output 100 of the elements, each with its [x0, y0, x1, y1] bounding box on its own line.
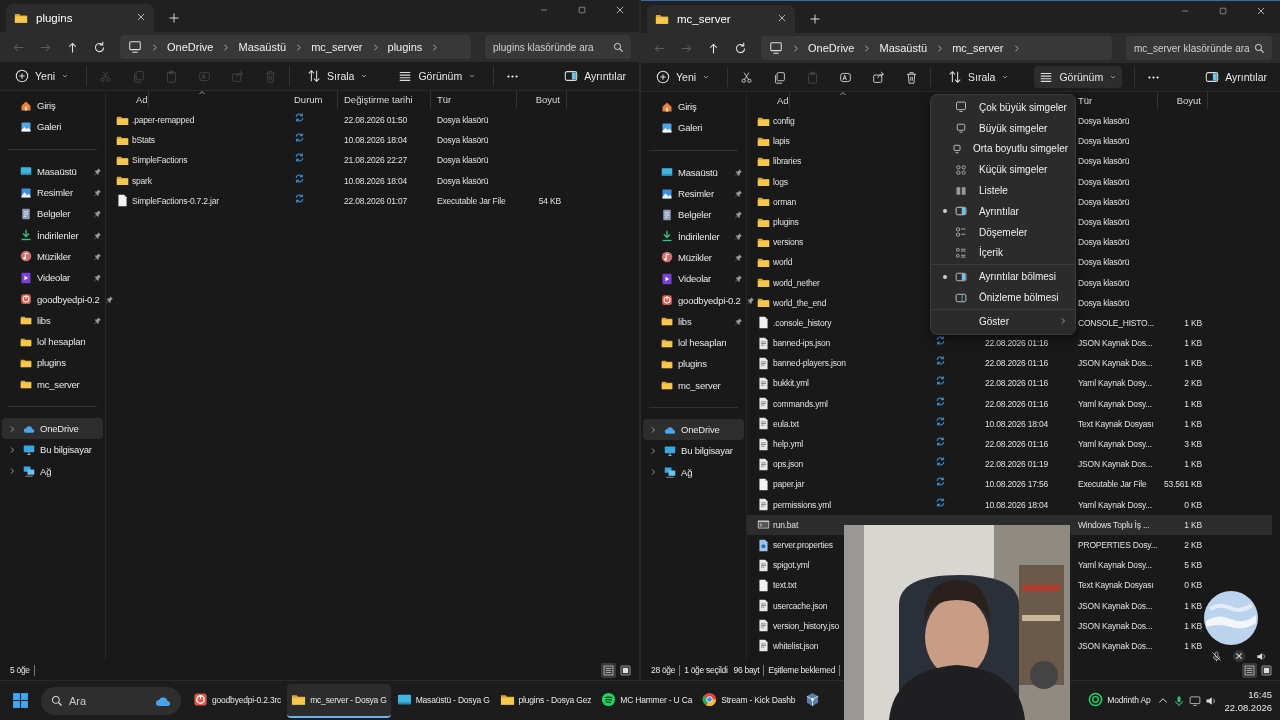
- details-button[interactable]: Ayrıntılar: [1200, 66, 1272, 88]
- column-header[interactable]: Ad: [116, 91, 149, 108]
- file-item[interactable]: bukkit.yml: [757, 373, 809, 394]
- menu-item[interactable]: Ayrıntılar: [931, 201, 1075, 222]
- menu-item[interactable]: Ayrıntılar bölmesi: [931, 266, 1075, 288]
- file-item[interactable]: world: [757, 252, 793, 273]
- menu-item[interactable]: Göster: [931, 310, 1075, 332]
- address-bar[interactable]: OneDrive Masaüstü mc_server: [761, 36, 1112, 60]
- file-item[interactable]: banned-ips.json: [757, 333, 830, 354]
- trash-icon[interactable]: [905, 70, 919, 84]
- plus-icon[interactable]: [809, 13, 821, 25]
- file-item[interactable]: spark: [116, 170, 152, 191]
- taskbar-app[interactable]: Modrinth Ap: [1084, 683, 1155, 718]
- sidebar-item[interactable]: Giriş: [0, 95, 105, 117]
- address-bar[interactable]: OneDrive Masaüstü mc_server plugins: [120, 35, 471, 59]
- window-tab[interactable]: mc_server: [647, 5, 795, 33]
- file-item[interactable]: .console_history: [757, 312, 832, 334]
- file-item[interactable]: permissions.yml: [757, 494, 831, 515]
- new-button[interactable]: Yeni: [10, 65, 75, 87]
- windows-logo-icon[interactable]: [12, 692, 29, 709]
- breadcrumb-item[interactable]: Masaüstü: [879, 42, 928, 54]
- sidebar-item[interactable]: Müzikler: [641, 246, 746, 269]
- menu-item[interactable]: Önizleme bölmesi: [931, 287, 1075, 308]
- column-header[interactable]: Ad: [757, 92, 790, 109]
- clock[interactable]: 16:45 22.08.2026: [1224, 687, 1272, 714]
- sidebar-item[interactable]: Masaüstü: [0, 160, 105, 182]
- file-item[interactable]: spigot.yml: [757, 555, 810, 576]
- sidebar-item[interactable]: mc_server: [641, 374, 746, 396]
- breadcrumb-item[interactable]: OneDrive: [808, 42, 855, 54]
- breadcrumb-item[interactable]: mc_server: [952, 42, 1004, 54]
- sidebar-item[interactable]: plugins: [0, 352, 105, 374]
- tree-item[interactable]: Ağ: [2, 460, 103, 482]
- refresh-icon[interactable]: [734, 41, 747, 55]
- column-header[interactable]: Tür: [431, 91, 517, 108]
- search-field[interactable]: mc_server klasöründe ara: [1126, 36, 1272, 60]
- sidebar-item[interactable]: İndirilenler: [641, 225, 746, 247]
- taskbar-app[interactable]: mc_server - Dosya G: [287, 683, 391, 718]
- sidebar-item[interactable]: İndirilenler: [0, 224, 105, 246]
- column-header[interactable]: Boyut: [517, 91, 567, 108]
- file-item[interactable]: world_nether: [757, 272, 820, 293]
- file-item[interactable]: config: [757, 111, 795, 132]
- file-item[interactable]: bStats: [116, 130, 155, 151]
- breadcrumb-item[interactable]: plugins: [387, 41, 423, 53]
- sidebar-item[interactable]: goodbyedpi-0.2: [641, 289, 746, 311]
- muted-microphone-icon[interactable]: [1211, 650, 1222, 662]
- sidebar-item[interactable]: Belgeler: [0, 203, 105, 225]
- view-button[interactable]: Görünüm: [1034, 66, 1123, 88]
- file-item[interactable]: SimpleFactions-0.7.2.jar: [116, 190, 219, 211]
- chevron-icon[interactable]: [649, 425, 657, 434]
- file-item[interactable]: help.yml: [757, 434, 804, 455]
- menu-item[interactable]: Küçük simgeler: [931, 159, 1075, 181]
- sidebar-item[interactable]: Resimler: [641, 182, 746, 205]
- tiles-view-icon[interactable]: [1259, 662, 1274, 678]
- sidebar-item[interactable]: mc_server: [0, 373, 105, 395]
- taskbar-app[interactable]: Stream - Kick Dashb: [698, 683, 800, 718]
- chevron-icon[interactable]: [649, 468, 657, 477]
- file-item[interactable]: run.bat: [757, 514, 799, 535]
- file-item[interactable]: usercache.json: [757, 595, 828, 616]
- maximize-icon[interactable]: [577, 5, 587, 15]
- new-button[interactable]: Yeni: [651, 66, 716, 88]
- speaker-icon[interactable]: [1205, 694, 1218, 707]
- file-item[interactable]: version_history.jso: [757, 615, 839, 636]
- chevron-icon[interactable]: [8, 424, 16, 433]
- file-item[interactable]: paper.jar: [757, 474, 805, 495]
- file-item[interactable]: server.properties: [757, 534, 833, 556]
- file-item[interactable]: logs: [757, 171, 788, 192]
- sidebar-item[interactable]: lol hesapları: [0, 330, 105, 353]
- display-icon[interactable]: [1189, 694, 1202, 707]
- column-header[interactable]: Değiştirme tarihi: [338, 91, 431, 108]
- up-arrow-icon[interactable]: [66, 40, 79, 54]
- file-item[interactable]: whitelist.json: [757, 635, 819, 657]
- breadcrumb-item[interactable]: mc_server: [311, 41, 363, 53]
- rename-icon[interactable]: [839, 70, 853, 84]
- file-item[interactable]: banned-players.json: [757, 353, 846, 374]
- column-header[interactable]: Boyut: [1158, 92, 1208, 109]
- copy-icon[interactable]: [773, 70, 787, 84]
- refresh-icon[interactable]: [93, 40, 106, 54]
- taskbar-app[interactable]: goodbyedpi-0.2.3rc: [189, 683, 286, 718]
- file-item[interactable]: SimpleFactions: [116, 150, 188, 171]
- file-item[interactable]: orman: [757, 191, 797, 212]
- microphone-icon[interactable]: [1173, 694, 1186, 707]
- sidebar-item[interactable]: Videolar: [0, 267, 105, 289]
- menu-item[interactable]: Döşemeler: [931, 221, 1075, 243]
- sidebar-item[interactable]: libs: [641, 310, 746, 332]
- menu-item[interactable]: Çok büyük simgeler: [931, 97, 1075, 118]
- sidebar-item[interactable]: plugins: [641, 353, 746, 375]
- details-view-icon[interactable]: [1242, 662, 1257, 678]
- tree-item[interactable]: Bu bilgisayar: [2, 439, 103, 461]
- menu-item[interactable]: İçerik: [931, 242, 1075, 264]
- view-button[interactable]: Görünüm: [393, 65, 482, 87]
- sidebar-item[interactable]: goodbyedpi-0.2: [0, 288, 105, 310]
- tree-item[interactable]: OneDrive: [643, 418, 744, 441]
- breadcrumb-item[interactable]: OneDrive: [167, 41, 214, 53]
- close-icon[interactable]: [1232, 649, 1246, 663]
- file-item[interactable]: world_the_end: [757, 292, 827, 313]
- menu-item[interactable]: Listele: [931, 180, 1075, 201]
- plus-icon[interactable]: [168, 12, 180, 24]
- file-item[interactable]: .paper-remapped: [116, 110, 195, 131]
- sidebar-item[interactable]: Müzikler: [0, 245, 105, 268]
- sidebar-item[interactable]: Galeri: [0, 116, 105, 138]
